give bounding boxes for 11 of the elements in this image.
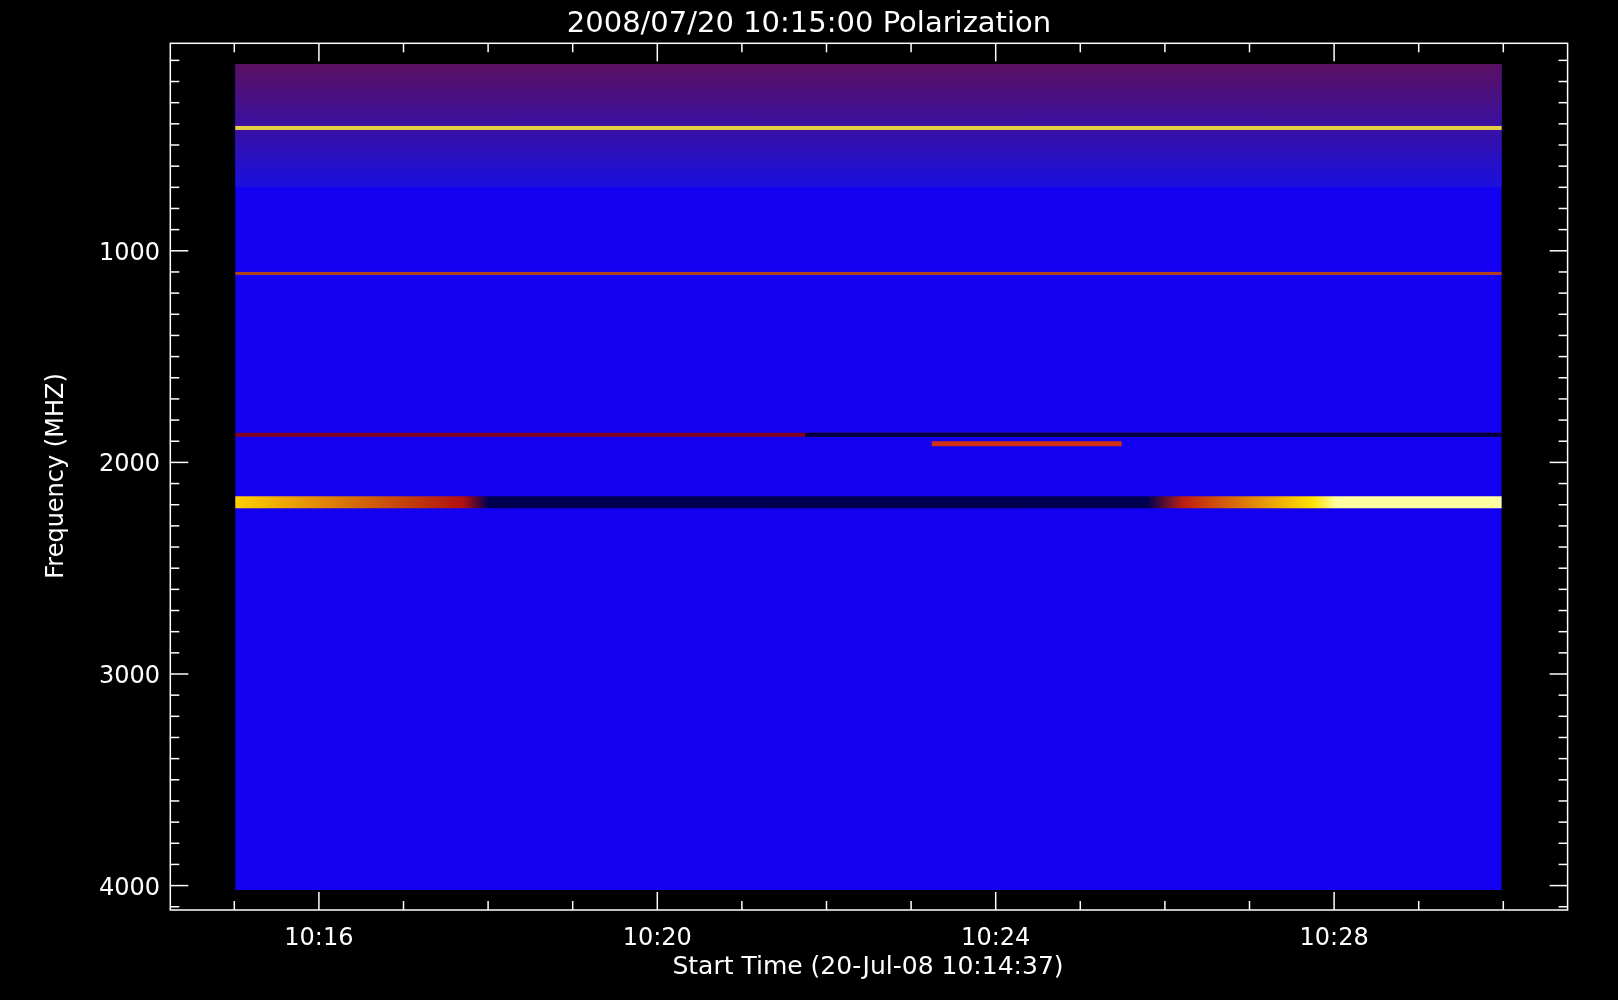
x-tick-label: 10:16 bbox=[284, 923, 354, 951]
y-tick-label: 4000 bbox=[98, 872, 160, 901]
x-tick-label: 10:24 bbox=[961, 923, 1031, 951]
x-tick-label: 10:20 bbox=[622, 923, 692, 951]
y-tick-label: 3000 bbox=[98, 661, 160, 689]
x-tick-label: 10:28 bbox=[1299, 923, 1369, 951]
y-tick-label: 2000 bbox=[98, 449, 160, 478]
plot-title: 2008/07/20 10:15:00 Polarization bbox=[566, 5, 1052, 39]
y-axis-label: Frequency (MHZ) bbox=[41, 373, 69, 579]
x-axis-label: Start Time (20-Jul-08 10:14:37) bbox=[672, 951, 1064, 980]
y-tick-label: 1000 bbox=[98, 237, 160, 266]
